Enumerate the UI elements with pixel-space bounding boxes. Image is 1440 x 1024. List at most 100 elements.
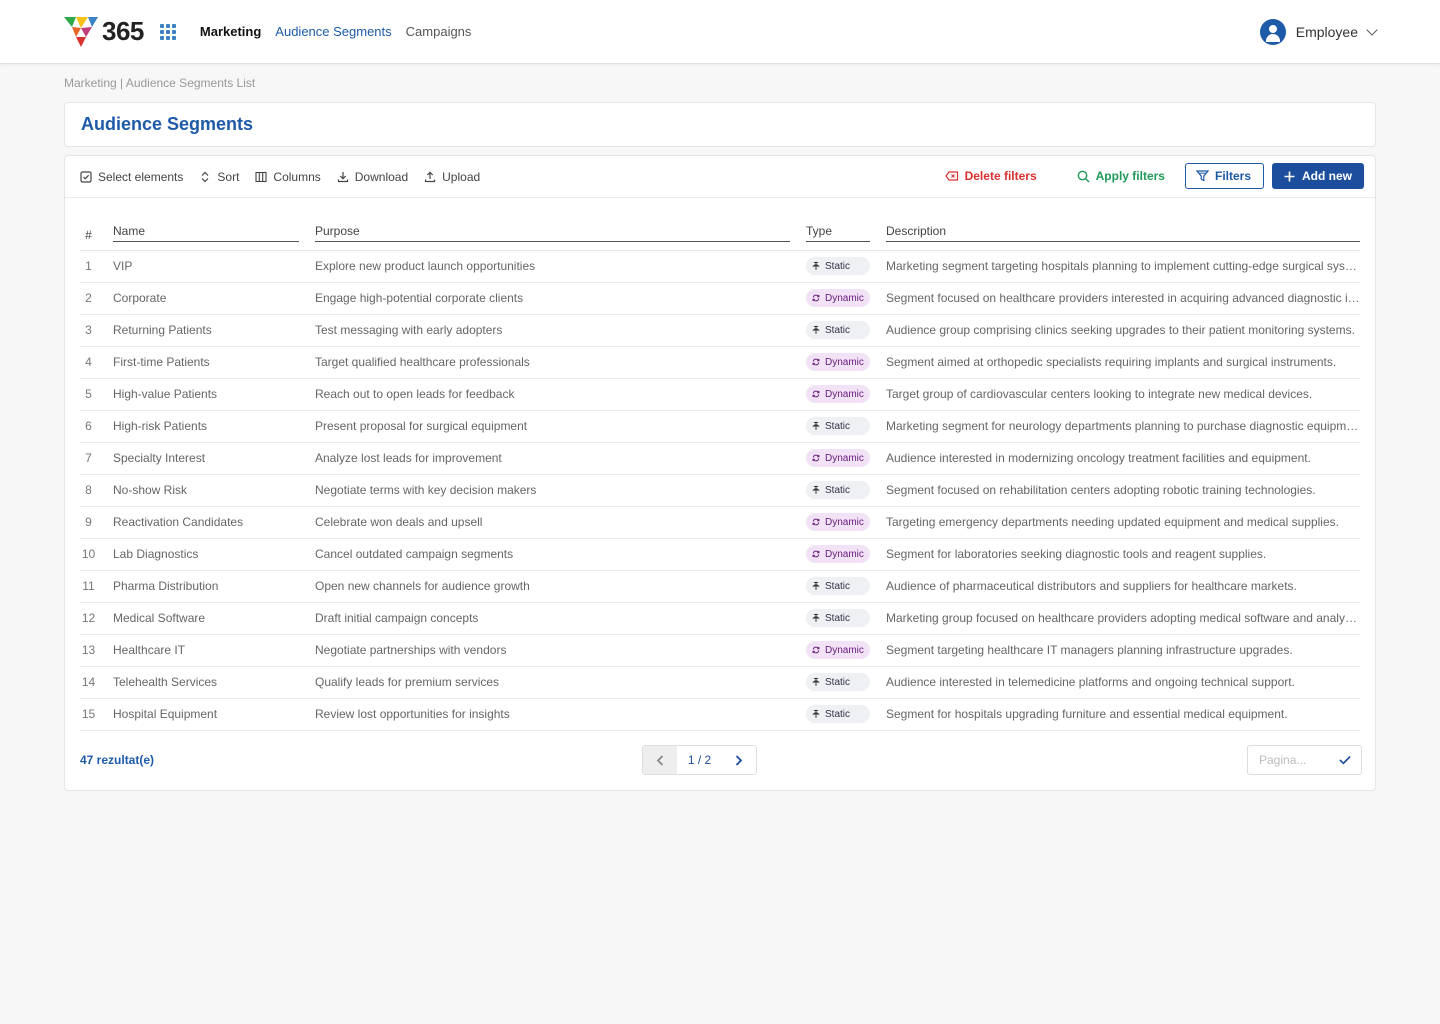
segment-name[interactable]: Corporate — [113, 282, 299, 314]
columns-label: Columns — [273, 169, 321, 184]
filter-icon — [1195, 170, 1209, 182]
sort-button[interactable]: Sort — [199, 170, 239, 184]
segment-purpose: Engage high-potential corporate clients — [315, 291, 524, 305]
table-row[interactable]: 11 Pharma Distribution Open new channels f… — [80, 570, 1360, 602]
table-row[interactable]: 15 Hospital Equipment Review lost opportun… — [80, 698, 1360, 730]
row-number: 13 — [81, 643, 96, 657]
type-badge: Static — [806, 257, 870, 275]
table-row[interactable]: 14 Telehealth Services Qualify leads for p… — [80, 666, 1360, 698]
columns-button[interactable]: Columns — [255, 169, 321, 184]
table-row[interactable]: 7 Specialty Interest Analyze lost leads fo… — [80, 442, 1360, 474]
segment-type: Dynamic — [806, 538, 870, 570]
logo-mark-icon — [64, 16, 98, 47]
download-label: Download — [354, 169, 409, 184]
prev-page-button[interactable] — [643, 746, 677, 774]
segment-name[interactable]: Healthcare IT — [113, 634, 299, 666]
user-name: Employee — [1295, 24, 1358, 40]
page-title: Audience Segments — [81, 114, 254, 134]
segment-name[interactable]: Lab Diagnostics — [113, 538, 299, 570]
segment-name[interactable]: Telehealth Services — [113, 666, 299, 698]
upload-label: Upload — [442, 169, 481, 184]
pin-icon — [812, 582, 820, 590]
column-header-name[interactable]: Name — [113, 198, 299, 250]
download-icon — [337, 171, 348, 182]
table-row[interactable]: 5 High-value Patients Reach out to open le… — [80, 378, 1360, 410]
table-row[interactable]: 12 Medical Software Draft initial campaign… — [80, 602, 1360, 634]
app-logo[interactable]: 365 — [64, 16, 144, 47]
table-row[interactable]: 1 VIP Explore new product launch opportuni… — [80, 250, 1360, 282]
type-badge-label: Static — [825, 260, 851, 272]
nav-audience-segments[interactable]: Audience Segments — [275, 24, 391, 39]
segment-description: Segment targeting healthcare IT managers… — [886, 643, 1293, 657]
table-row[interactable]: 13 Healthcare IT Negotiate partnerships wi… — [80, 634, 1360, 666]
type-badge-label: Static — [825, 580, 851, 592]
type-badge: Static — [806, 417, 870, 435]
logo-text: 365 — [102, 16, 144, 46]
segment-name[interactable]: High-value Patients — [113, 378, 299, 410]
segment-name[interactable]: Returning Patients — [113, 314, 299, 346]
apply-filters-button[interactable]: Apply filters — [1069, 163, 1173, 189]
row-number: 5 — [85, 387, 92, 401]
type-badge: Static — [806, 481, 870, 499]
nav-campaigns[interactable]: Campaigns — [406, 24, 472, 39]
check-icon[interactable] — [1339, 755, 1351, 765]
sync-icon — [812, 646, 820, 654]
delete-filters-button[interactable]: Delete filters — [937, 163, 1045, 189]
apps-grid-icon[interactable] — [159, 23, 176, 40]
segment-name[interactable]: Reactivation Candidates — [113, 506, 299, 538]
type-badge: Dynamic — [806, 353, 870, 371]
segment-name[interactable]: Medical Software — [113, 602, 299, 634]
add-new-label: Add new — [1302, 169, 1352, 183]
filters-button[interactable]: Filters — [1184, 163, 1264, 189]
chevron-right-icon — [735, 754, 743, 766]
type-badge-label: Static — [825, 612, 851, 624]
row-number: 4 — [85, 355, 92, 369]
segment-name[interactable]: High-risk Patients — [113, 410, 299, 442]
segment-type: Static — [806, 666, 870, 698]
segment-purpose: Celebrate won deals and upsell — [315, 515, 483, 529]
user-menu[interactable]: Employee — [1259, 0, 1378, 64]
segment-type: Static — [806, 698, 870, 730]
table-header-row: # Name Purpose Type Description — [80, 198, 1360, 250]
segment-type: Static — [806, 474, 870, 506]
page-title-card: Audience Segments — [64, 102, 1376, 147]
segment-purpose: Draft initial campaign concepts — [315, 611, 479, 625]
goto-page-control — [1247, 745, 1362, 775]
segment-description: Segment for laboratories seeking diagnos… — [886, 547, 1267, 561]
type-badge: Dynamic — [806, 289, 870, 307]
column-header-number[interactable]: # — [80, 198, 97, 250]
type-badge-label: Static — [825, 324, 851, 336]
table-row[interactable]: 8 No-show Risk Negotiate terms with key de… — [80, 474, 1360, 506]
column-header-type[interactable]: Type — [806, 198, 870, 250]
segment-name[interactable]: No-show Risk — [113, 474, 299, 506]
segment-description: Segment focused on healthcare providers … — [886, 291, 1360, 305]
table-row[interactable]: 6 High-risk Patients Present proposal for … — [80, 410, 1360, 442]
segment-name[interactable]: VIP — [113, 250, 299, 282]
download-button[interactable]: Download — [337, 170, 408, 184]
table-row[interactable]: 4 First-time Patients Target qualified hea… — [80, 346, 1360, 378]
segment-purpose: Open new channels for audience growth — [315, 579, 530, 593]
column-header-purpose[interactable]: Purpose — [315, 198, 790, 250]
upload-button[interactable]: Upload — [424, 170, 480, 184]
segment-purpose: Negotiate terms with key decision makers — [315, 483, 537, 497]
segment-name[interactable]: Pharma Distribution — [113, 570, 299, 602]
segment-purpose: Reach out to open leads for feedback — [315, 387, 515, 401]
segment-name[interactable]: Specialty Interest — [113, 442, 299, 474]
segment-name[interactable]: Hospital Equipment — [113, 698, 299, 730]
segment-purpose: Cancel outdated campaign segments — [315, 547, 514, 561]
type-badge-label: Dynamic — [825, 548, 864, 560]
select-elements-button[interactable]: Select elements — [80, 170, 183, 184]
table-row[interactable]: 2 Corporate Engage high-potential corporat… — [80, 282, 1360, 314]
row-number: 12 — [81, 611, 96, 625]
nav-marketing[interactable]: Marketing — [200, 24, 261, 39]
column-header-description[interactable]: Description — [886, 198, 1360, 250]
segment-description: Audience interested in telemedicine plat… — [886, 675, 1295, 689]
segment-name[interactable]: First-time Patients — [113, 346, 299, 378]
table-row[interactable]: 10 Lab Diagnostics Cancel outdated campaig… — [80, 538, 1360, 570]
next-page-button[interactable] — [722, 746, 756, 774]
goto-page-input[interactable] — [1259, 753, 1339, 767]
table-row[interactable]: 3 Returning Patients Test messaging with e… — [80, 314, 1360, 346]
add-new-button[interactable]: Add new — [1272, 163, 1364, 189]
segment-type: Dynamic — [806, 442, 870, 474]
table-row[interactable]: 9 Reactivation Candidates Celebrate won de… — [80, 506, 1360, 538]
